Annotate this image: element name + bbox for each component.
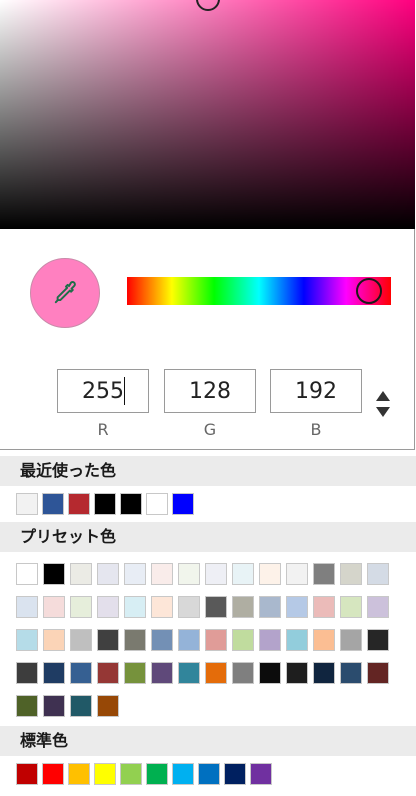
- preset-color-swatch[interactable]: [97, 563, 119, 585]
- text-caret: [124, 377, 125, 405]
- preset-color-swatch[interactable]: [340, 662, 362, 684]
- preset-color-swatch[interactable]: [232, 563, 254, 585]
- preset-color-swatch[interactable]: [43, 563, 65, 585]
- preset-color-swatch[interactable]: [205, 629, 227, 651]
- preset-color-swatch[interactable]: [259, 662, 281, 684]
- preset-color-swatch[interactable]: [205, 662, 227, 684]
- preset-color-swatch[interactable]: [16, 596, 38, 618]
- preset-color-swatch[interactable]: [124, 629, 146, 651]
- preset-color-swatch[interactable]: [43, 629, 65, 651]
- preset-color-swatch[interactable]: [367, 596, 389, 618]
- preset-color-swatch[interactable]: [70, 563, 92, 585]
- preset-color-swatch[interactable]: [313, 563, 335, 585]
- hue-slider-handle[interactable]: [356, 278, 382, 304]
- saturation-value-area[interactable]: [0, 0, 415, 229]
- preset-color-swatch[interactable]: [178, 662, 200, 684]
- preset-color-swatch[interactable]: [286, 662, 308, 684]
- preset-color-swatch[interactable]: [124, 596, 146, 618]
- preset-color-swatch[interactable]: [367, 662, 389, 684]
- preset-color-swatch[interactable]: [259, 629, 281, 651]
- eyedropper-button[interactable]: [30, 258, 100, 328]
- preset-color-swatch[interactable]: [16, 563, 38, 585]
- preset-color-swatch[interactable]: [70, 695, 92, 717]
- standard-color-swatch[interactable]: [16, 763, 38, 785]
- preset-color-swatch[interactable]: [178, 596, 200, 618]
- preset-color-swatch[interactable]: [97, 596, 119, 618]
- preset-color-swatch[interactable]: [259, 596, 281, 618]
- recent-colors-row: [16, 493, 198, 515]
- preset-color-swatch[interactable]: [151, 629, 173, 651]
- preset-color-swatch[interactable]: [43, 662, 65, 684]
- preset-color-swatch[interactable]: [313, 662, 335, 684]
- preset-color-swatch[interactable]: [151, 596, 173, 618]
- green-label: G: [203, 420, 217, 439]
- standard-color-swatch[interactable]: [68, 763, 90, 785]
- red-input[interactable]: [57, 369, 149, 413]
- preset-color-swatch[interactable]: [232, 596, 254, 618]
- standard-color-swatch[interactable]: [146, 763, 168, 785]
- recent-color-swatch[interactable]: [146, 493, 168, 515]
- preset-color-swatch[interactable]: [286, 563, 308, 585]
- blue-input[interactable]: [270, 369, 362, 413]
- preset-color-swatch[interactable]: [286, 629, 308, 651]
- recent-color-swatch[interactable]: [172, 493, 194, 515]
- preset-color-swatch[interactable]: [70, 596, 92, 618]
- preset-color-swatch[interactable]: [124, 662, 146, 684]
- preset-color-swatch[interactable]: [313, 596, 335, 618]
- preset-color-swatch[interactable]: [205, 596, 227, 618]
- preset-color-swatch[interactable]: [124, 563, 146, 585]
- preset-color-swatch[interactable]: [259, 563, 281, 585]
- preset-color-swatch[interactable]: [340, 563, 362, 585]
- red-label: R: [97, 420, 109, 439]
- standard-color-swatch[interactable]: [198, 763, 220, 785]
- preset-color-swatch[interactable]: [43, 695, 65, 717]
- preset-color-swatch[interactable]: [205, 563, 227, 585]
- preset-color-swatch[interactable]: [232, 662, 254, 684]
- standard-color-swatch[interactable]: [120, 763, 142, 785]
- recent-color-swatch[interactable]: [42, 493, 64, 515]
- recent-color-swatch[interactable]: [68, 493, 90, 515]
- preset-colors-heading: プリセット色: [0, 522, 416, 552]
- eyedropper-icon: [54, 281, 76, 304]
- standard-color-swatch[interactable]: [94, 763, 116, 785]
- preset-color-swatch[interactable]: [97, 629, 119, 651]
- standard-color-swatch[interactable]: [172, 763, 194, 785]
- standard-color-swatch[interactable]: [224, 763, 246, 785]
- preset-color-swatch[interactable]: [232, 629, 254, 651]
- preset-color-swatch[interactable]: [16, 695, 38, 717]
- preset-color-swatch[interactable]: [178, 629, 200, 651]
- standard-color-swatch[interactable]: [42, 763, 64, 785]
- up-down-triangle-icon[interactable]: [374, 388, 392, 420]
- color-picker-panel: R G B: [0, 0, 415, 450]
- standard-color-swatch[interactable]: [250, 763, 272, 785]
- recent-color-swatch[interactable]: [16, 493, 38, 515]
- recent-colors-heading: 最近使った色: [0, 456, 416, 486]
- hue-slider[interactable]: [127, 277, 391, 305]
- preset-color-swatch[interactable]: [16, 629, 38, 651]
- standard-colors-heading: 標準色: [0, 726, 416, 756]
- preset-color-swatch[interactable]: [151, 662, 173, 684]
- standard-colors-row: [16, 763, 276, 785]
- preset-color-swatch[interactable]: [340, 596, 362, 618]
- preset-colors-grid: [16, 563, 416, 717]
- recent-color-swatch[interactable]: [94, 493, 116, 515]
- preset-color-swatch[interactable]: [340, 629, 362, 651]
- saturation-value-handle[interactable]: [196, 0, 220, 11]
- green-input[interactable]: [164, 369, 256, 413]
- preset-color-swatch[interactable]: [178, 563, 200, 585]
- preset-color-swatch[interactable]: [43, 596, 65, 618]
- preset-color-swatch[interactable]: [367, 629, 389, 651]
- preset-color-swatch[interactable]: [286, 596, 308, 618]
- preset-color-swatch[interactable]: [70, 662, 92, 684]
- preset-color-swatch[interactable]: [16, 662, 38, 684]
- blue-label: B: [310, 420, 322, 439]
- preset-color-swatch[interactable]: [70, 629, 92, 651]
- preset-color-swatch[interactable]: [97, 662, 119, 684]
- preset-color-swatch[interactable]: [367, 563, 389, 585]
- preset-color-swatch[interactable]: [313, 629, 335, 651]
- preset-color-swatch[interactable]: [97, 695, 119, 717]
- recent-color-swatch[interactable]: [120, 493, 142, 515]
- preset-color-swatch[interactable]: [151, 563, 173, 585]
